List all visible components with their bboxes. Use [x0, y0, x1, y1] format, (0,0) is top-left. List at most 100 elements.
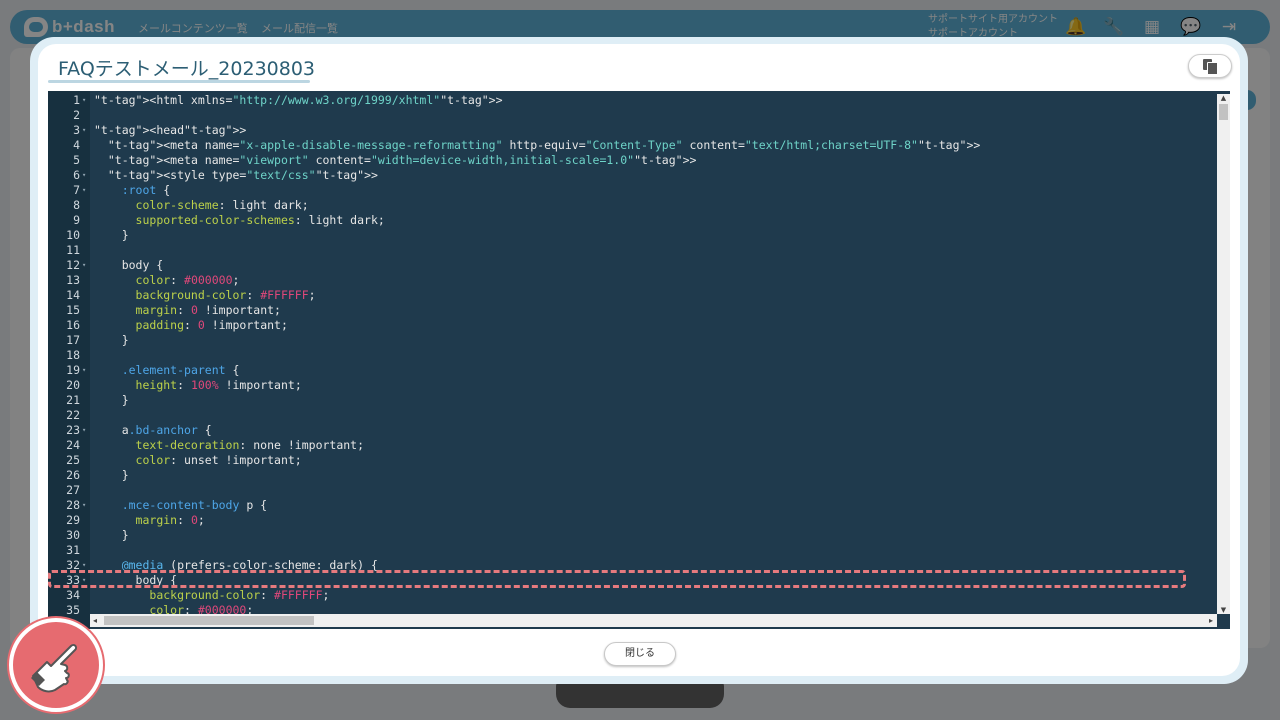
code-text: }	[94, 468, 129, 482]
code-text: .element-parent {	[121, 363, 240, 377]
code-line: 8 color-scheme: light dark;	[48, 198, 1218, 213]
code-line: 18	[48, 348, 1218, 363]
code-text: "t-tag"><html xmlns="http://www.w3.org/1…	[94, 93, 503, 107]
code-text: margin: 0 !important;	[135, 303, 281, 317]
code-text: "t-tag"><head"t-tag">>	[94, 123, 247, 137]
code-line: 7 ▾ :root {	[48, 183, 1218, 198]
code-line: 26 }	[48, 468, 1218, 483]
code-line: 12 ▾ body {	[48, 258, 1218, 273]
fold-arrow-icon[interactable]: ▾	[82, 93, 90, 108]
fold-arrow-icon[interactable]: ▾	[82, 363, 90, 378]
code-text: }	[94, 228, 129, 242]
code-line: 14 background-color: #FFFFFF;	[48, 288, 1218, 303]
code-line: 31	[48, 543, 1218, 558]
line-number: 5	[73, 153, 80, 167]
line-number: 15	[66, 303, 80, 317]
code-line: 1 ▾ "t-tag"><html xmlns="http://www.w3.org…	[48, 93, 1218, 108]
code-line: 15 margin: 0 !important;	[48, 303, 1218, 318]
code-line: 28 ▾ .mce-content-body p {	[48, 498, 1218, 513]
line-number: 30	[66, 528, 80, 542]
code-line: 11	[48, 243, 1218, 258]
fold-arrow-icon[interactable]: ▾	[82, 258, 90, 273]
code-line: 4 "t-tag"><meta name="x-apple-disable-me…	[48, 138, 1218, 153]
code-text: :root {	[121, 183, 171, 197]
vertical-scrollbar-thumb[interactable]	[1219, 104, 1228, 120]
vertical-scrollbar[interactable]: ▲ ▼	[1217, 94, 1230, 614]
line-number: 26	[66, 468, 80, 482]
code-line: 22	[48, 408, 1218, 423]
code-text: background-color: #FFFFFF;	[135, 288, 316, 302]
code-line: 16 padding: 0 !important;	[48, 318, 1218, 333]
code-line: 17 }	[48, 333, 1218, 348]
code-line: 23 ▾ a.bd-anchor {	[48, 423, 1218, 438]
fold-arrow-icon[interactable]: ▾	[82, 498, 90, 513]
line-number: 28	[66, 498, 80, 512]
scroll-down-arrow-icon[interactable]: ▼	[1217, 606, 1230, 614]
line-number: 31	[66, 543, 80, 557]
monitor-stand	[556, 682, 724, 708]
line-number: 14	[66, 288, 80, 302]
code-text: "t-tag"><style type="text/css""t-tag">>	[107, 168, 378, 182]
line-number: 7	[73, 183, 80, 197]
code-line: 9 supported-color-schemes: light dark;	[48, 213, 1218, 228]
line-number: 27	[66, 483, 80, 497]
code-line: 30 }	[48, 528, 1218, 543]
line-number: 6	[73, 168, 80, 182]
line-number: 16	[66, 318, 80, 332]
scroll-up-arrow-icon[interactable]: ▲	[1217, 94, 1230, 102]
code-line: 34 background-color: #FFFFFF;	[48, 588, 1218, 603]
line-number: 13	[66, 273, 80, 287]
line-number: 19	[66, 363, 80, 377]
code-text: padding: 0 !important;	[135, 318, 288, 332]
line-number: 24	[66, 438, 80, 452]
code-text: supported-color-schemes: light dark;	[135, 213, 385, 227]
close-button[interactable]: 閉じる	[604, 642, 676, 666]
line-number: 1	[73, 93, 80, 107]
code-text: }	[94, 528, 129, 542]
code-text: height: 100% !important;	[135, 378, 302, 392]
fold-arrow-icon[interactable]: ▾	[82, 123, 90, 138]
code-line: 13 color: #000000;	[48, 273, 1218, 288]
code-text: a.bd-anchor {	[94, 423, 212, 437]
horizontal-scrollbar[interactable]: ◂ ▸	[90, 614, 1217, 627]
line-number: 29	[66, 513, 80, 527]
code-line: 20 height: 100% !important;	[48, 378, 1218, 393]
title-underline	[48, 80, 310, 83]
fold-arrow-icon[interactable]: ▾	[82, 168, 90, 183]
line-number: 35	[66, 603, 80, 617]
scroll-right-arrow-icon[interactable]: ▸	[1206, 614, 1216, 627]
line-number: 22	[66, 408, 80, 422]
line-number: 11	[66, 243, 80, 257]
line-number: 3	[73, 123, 80, 137]
line-number: 4	[73, 138, 80, 152]
code-line: 5 "t-tag"><meta name="viewport" content=…	[48, 153, 1218, 168]
line-number: 25	[66, 453, 80, 467]
horizontal-scrollbar-thumb[interactable]	[104, 616, 314, 625]
line-number: 12	[66, 258, 80, 272]
code-text: body {	[94, 258, 164, 272]
line-number: 23	[66, 423, 80, 437]
code-line: 25 color: unset !important;	[48, 453, 1218, 468]
code-text: .mce-content-body p {	[121, 498, 268, 512]
code-line: 10 }	[48, 228, 1218, 243]
pointing-hand-badge	[9, 618, 103, 712]
code-text: background-color: #FFFFFF;	[149, 588, 330, 602]
code-line: 2	[48, 108, 1218, 123]
code-line: 24 text-decoration: none !important;	[48, 438, 1218, 453]
scroll-left-arrow-icon[interactable]: ◂	[90, 614, 100, 627]
fold-arrow-icon[interactable]: ▾	[82, 423, 90, 438]
code-line: 3 ▾ "t-tag"><head"t-tag">>	[48, 123, 1218, 138]
code-line: 29 margin: 0;	[48, 513, 1218, 528]
fold-arrow-icon[interactable]: ▾	[82, 183, 90, 198]
code-editor[interactable]: 1 ▾ "t-tag"><html xmlns="http://www.w3.org…	[48, 91, 1230, 629]
pointing-hand-icon	[31, 643, 78, 693]
code-text: "t-tag"><meta name="x-apple-disable-mess…	[107, 138, 981, 152]
code-line: 27	[48, 483, 1218, 498]
code-text: text-decoration: none !important;	[135, 438, 365, 452]
copy-button[interactable]	[1188, 54, 1232, 78]
scrollbar-highlight-annotation	[48, 570, 1186, 588]
modal-title: FAQテストメール_20230803	[58, 58, 316, 80]
code-text: margin: 0;	[135, 513, 205, 527]
line-number: 20	[66, 378, 80, 392]
code-line: 6 ▾ "t-tag"><style type="text/css""t-tag"…	[48, 168, 1218, 183]
